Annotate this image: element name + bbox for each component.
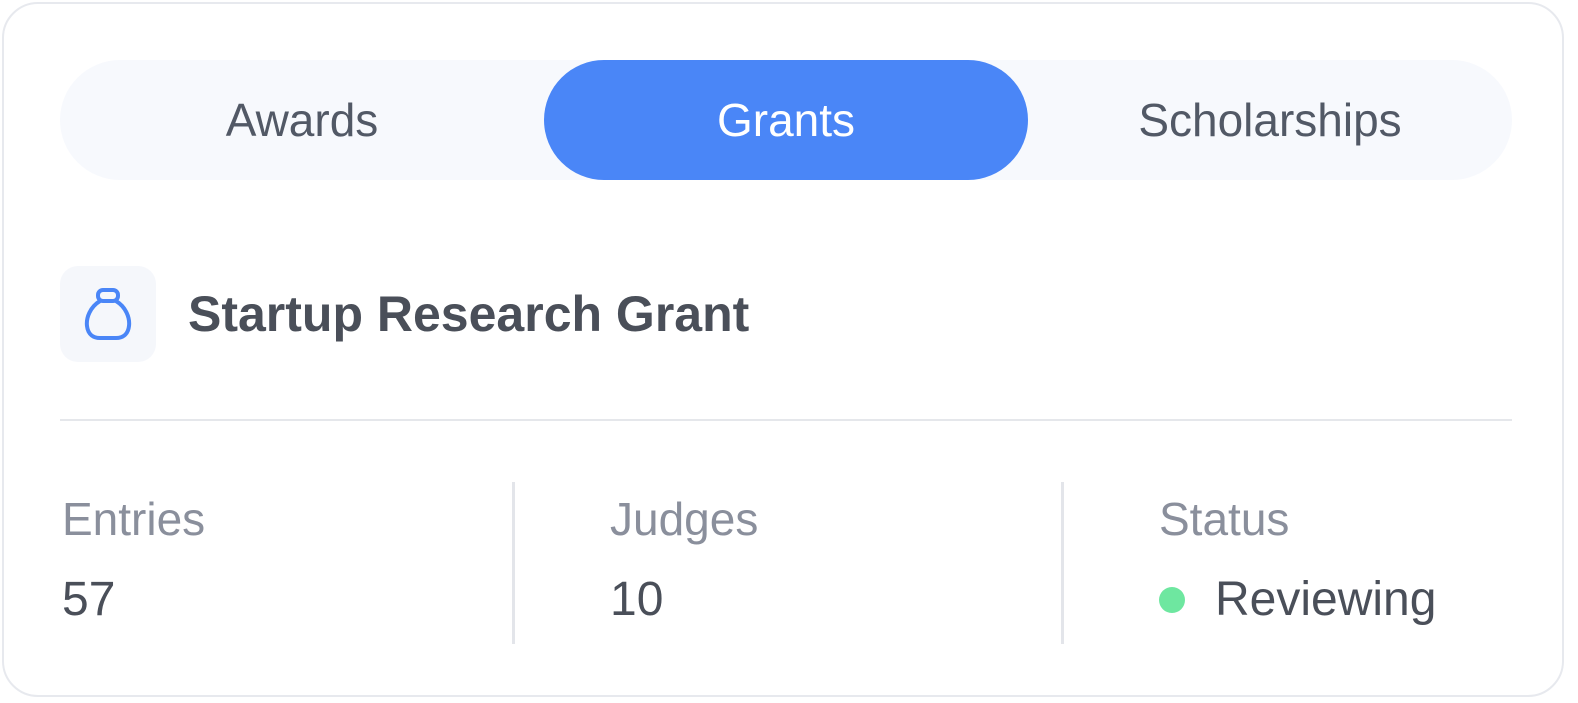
divider bbox=[60, 419, 1512, 421]
status-text: Reviewing bbox=[1215, 573, 1437, 626]
stat-status-label: Status bbox=[1159, 493, 1290, 545]
tab-grants[interactable]: Grants bbox=[544, 60, 1028, 180]
tab-awards[interactable]: Awards bbox=[60, 60, 544, 180]
stat-status-value: Reviewing bbox=[1159, 576, 1436, 624]
stat-separator bbox=[512, 482, 515, 644]
stat-entries: Entries 57 bbox=[62, 482, 205, 644]
category-tabs: Awards Grants Scholarships bbox=[60, 60, 1512, 180]
tab-scholarships[interactable]: Scholarships bbox=[1028, 60, 1512, 180]
grant-card: Awards Grants Scholarships Startup Resea… bbox=[2, 2, 1564, 697]
stat-separator bbox=[1061, 482, 1064, 644]
status-dot bbox=[1159, 587, 1185, 613]
stat-entries-value: 57 bbox=[62, 573, 116, 626]
money-bag-icon bbox=[60, 266, 156, 362]
item-title: Startup Research Grant bbox=[188, 286, 750, 342]
stat-judges-value: 10 bbox=[610, 573, 664, 626]
item-header: Startup Research Grant bbox=[60, 266, 749, 362]
stat-entries-label: Entries bbox=[62, 493, 206, 545]
stat-judges: Judges 10 bbox=[610, 482, 758, 644]
stat-judges-label: Judges bbox=[610, 493, 759, 545]
stat-status: Status Reviewing bbox=[1159, 482, 1436, 644]
